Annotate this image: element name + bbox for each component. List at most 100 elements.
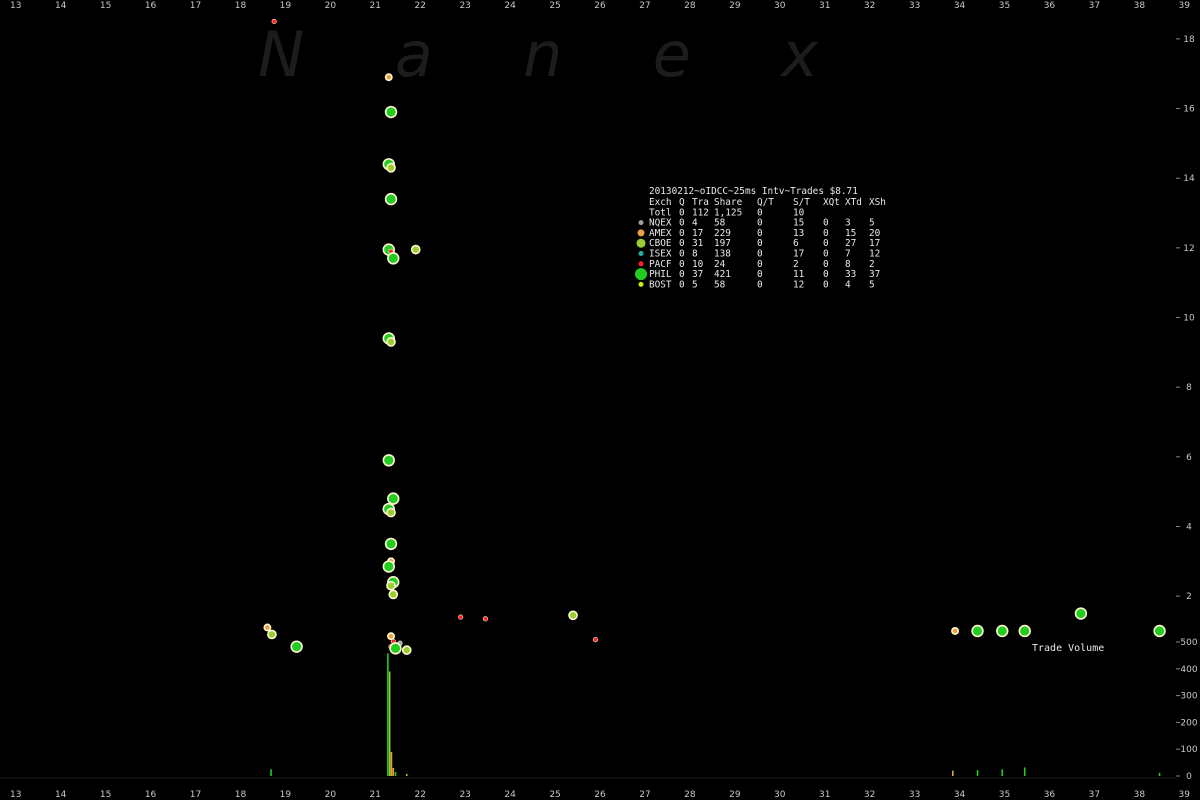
top-x-tick-label: 26 — [594, 1, 606, 11]
volume-bar — [1158, 772, 1161, 776]
legend-cell: 5 — [692, 279, 698, 290]
top-x-tick-label: 27 — [639, 1, 650, 11]
volume-axis-label: Trade Volume — [1032, 643, 1104, 654]
bottom-x-tick-label: 15 — [100, 790, 111, 800]
trade-point — [1153, 624, 1166, 638]
volume-bar — [405, 773, 408, 776]
legend-cell: 0 — [823, 279, 829, 290]
volume-bar — [394, 771, 397, 776]
volume-bar — [387, 653, 389, 776]
bottom-x-tick-label: 24 — [504, 790, 516, 800]
legend-cell: XSh — [869, 197, 886, 208]
bottom-x-tick-label: 23 — [459, 790, 470, 800]
top-x-tick-label: 18 — [235, 1, 247, 11]
trade-point — [386, 507, 396, 518]
volume-bar — [1001, 769, 1004, 776]
top-x-tick-label: 20 — [325, 1, 337, 11]
trade-point — [1018, 624, 1031, 638]
legend-swatch — [638, 261, 644, 267]
legend-cell: XQt — [823, 197, 840, 208]
trade-point — [384, 73, 393, 82]
legend-swatch — [636, 238, 646, 248]
top-x-tick-label: 34 — [954, 1, 966, 11]
legend-cell: 4 — [845, 279, 851, 290]
top-x-tick-label: 14 — [55, 1, 67, 11]
volume-bar — [390, 751, 393, 776]
trade-point — [271, 18, 277, 25]
legend-cell: 12 — [793, 279, 804, 290]
volume-tick-label: 300 — [1180, 692, 1197, 702]
trade-point — [384, 105, 398, 119]
top-x-tick-label: 22 — [414, 1, 425, 11]
top-x-tick-label: 17 — [190, 1, 201, 11]
price-tick-label: 4 — [1186, 522, 1192, 532]
volume-bar — [392, 767, 395, 776]
legend-swatch — [635, 268, 647, 281]
top-x-tick-label: 39 — [1179, 1, 1191, 11]
legend-swatch — [638, 281, 644, 287]
top-x-tick-label: 24 — [504, 1, 516, 11]
legend-swatch — [638, 251, 644, 256]
trade-point — [267, 629, 277, 640]
legend-exchange: BOST — [649, 279, 672, 290]
volume-tick-label: 200 — [1180, 718, 1197, 728]
volume-bar — [270, 769, 272, 776]
top-x-tick-label: 28 — [684, 1, 696, 11]
price-axis: 2 4 6 8 10 12 14 16 18 — [0, 35, 1195, 779]
trade-point — [382, 560, 395, 573]
trade-point — [382, 454, 395, 467]
top-x-axis: 13 14 15 16 17 18 19 20 21 22 23 24 25 26 27 28 29 30 31 32… — [10, 1, 1190, 11]
top-x-tick-label: 36 — [1044, 1, 1056, 11]
bottom-x-tick-label: 14 — [55, 790, 67, 800]
top-x-tick-label: 23 — [459, 1, 470, 11]
bottom-x-tick-label: 34 — [954, 790, 966, 800]
top-x-tick-label: 29 — [729, 1, 741, 11]
trade-point — [384, 537, 398, 551]
nanex-watermark: N a n e x — [258, 18, 819, 91]
legend-cell: 0 — [679, 279, 685, 290]
bottom-x-tick-label: 26 — [594, 790, 606, 800]
bottom-x-tick-label: 29 — [729, 790, 741, 800]
bottom-x-tick-label: 17 — [190, 790, 201, 800]
bottom-x-tick-label: 22 — [414, 790, 425, 800]
trade-markers — [263, 18, 1166, 655]
trade-point — [971, 624, 984, 638]
price-tick-label: 14 — [1183, 174, 1195, 184]
bottom-x-tick-label: 19 — [280, 790, 292, 800]
bottom-x-tick-label: 39 — [1179, 790, 1191, 800]
bottom-x-tick-label: 25 — [549, 790, 560, 800]
price-tick-label: 16 — [1183, 105, 1195, 115]
top-x-tick-label: 19 — [280, 1, 292, 11]
price-tick-label: 10 — [1183, 314, 1195, 324]
bottom-x-tick-label: 18 — [235, 790, 247, 800]
top-x-tick-label: 30 — [774, 1, 786, 11]
top-x-tick-label: 35 — [999, 1, 1010, 11]
chart-title: 20130212~oIDCC~25ms Intv~Trades $8.71 — [649, 186, 858, 197]
volume-tick-label: 0 — [1186, 772, 1192, 782]
bottom-x-tick-label: 28 — [684, 790, 696, 800]
trade-point — [386, 162, 396, 173]
bottom-x-tick-label: 37 — [1089, 790, 1100, 800]
volume-bar — [952, 770, 954, 776]
price-tick-label: 2 — [1186, 592, 1192, 602]
trade-point — [996, 624, 1009, 638]
volume-tick-label: 500 — [1180, 638, 1197, 648]
legend-swatch — [638, 220, 644, 226]
trade-point — [387, 492, 400, 505]
legend-swatch — [637, 229, 645, 237]
top-x-tick-label: 32 — [864, 1, 875, 11]
bottom-x-tick-label: 36 — [1044, 790, 1056, 800]
top-x-tick-label: 13 — [10, 1, 21, 11]
volume-tick-label: 400 — [1180, 665, 1197, 675]
price-tick-label: 18 — [1183, 35, 1195, 45]
trade-point — [458, 614, 464, 620]
bottom-x-tick-label: 30 — [774, 790, 786, 800]
top-x-tick-label: 37 — [1089, 1, 1100, 11]
top-x-tick-label: 31 — [819, 1, 830, 11]
trade-point — [387, 252, 400, 265]
trades-chart: N a n e x 13 14 15 16 17 18 19 20 2 1 2 2 2 3 2 4 25 26 27… — [0, 1, 1198, 800]
trade-point — [384, 192, 398, 206]
bottom-x-tick-label: 35 — [999, 790, 1010, 800]
trade-point — [386, 580, 396, 591]
volume-bar — [976, 770, 979, 776]
